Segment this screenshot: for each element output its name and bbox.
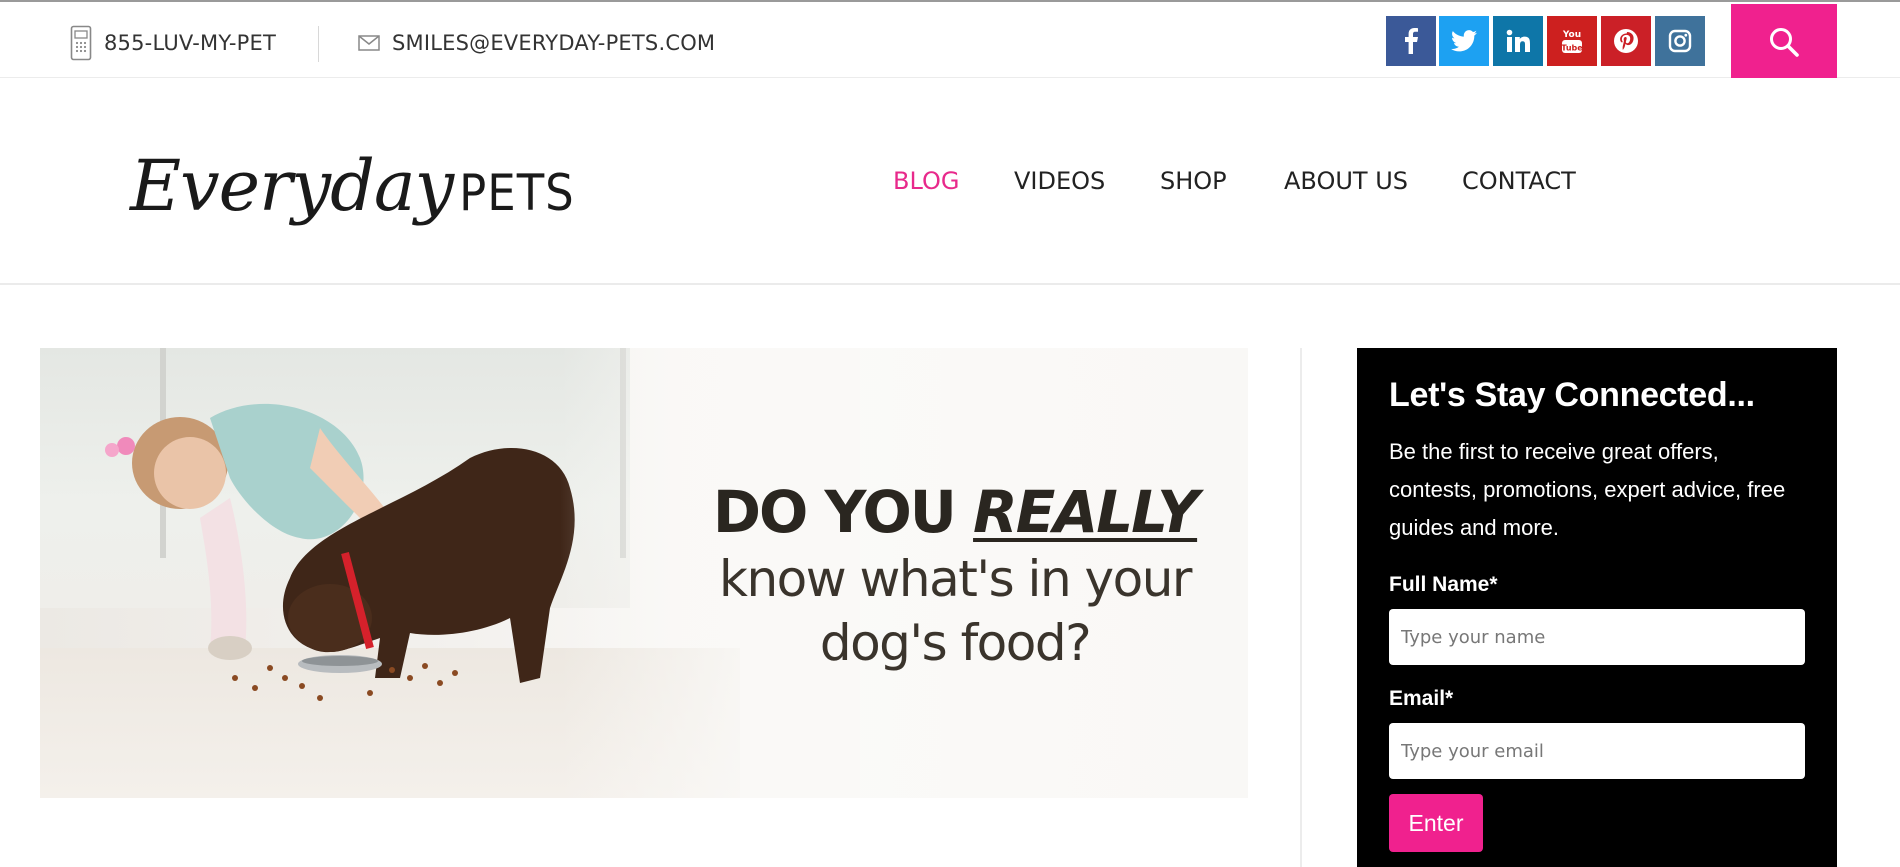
svg-text:You: You xyxy=(1562,30,1581,40)
hero-banner[interactable]: DO YOU REALLY know what's in your dog's … xyxy=(40,348,1248,798)
nav-item-blog[interactable]: BLOG xyxy=(893,156,959,206)
enter-button[interactable]: Enter xyxy=(1389,794,1483,852)
envelope-icon xyxy=(358,35,380,51)
youtube-icon: You Tube xyxy=(1561,30,1583,53)
twitter-button[interactable] xyxy=(1439,16,1489,66)
twitter-icon xyxy=(1451,30,1477,52)
nav-item-contact[interactable]: CONTACT xyxy=(1462,156,1576,206)
instagram-button[interactable] xyxy=(1655,16,1705,66)
phone-contact[interactable]: 855-LUV-MY-PET xyxy=(70,24,276,62)
newsletter-signup: Let's Stay Connected... Be the first to … xyxy=(1357,348,1837,867)
hero-line-1-start: DO YOU xyxy=(712,478,974,546)
linkedin-icon xyxy=(1506,29,1530,52)
phone-number: 855-LUV-MY-PET xyxy=(104,31,276,55)
full-name-label: Full Name* xyxy=(1389,573,1498,596)
facebook-button[interactable] xyxy=(1386,16,1436,66)
search-icon xyxy=(1770,27,1799,57)
nav-item-shop[interactable]: SHOP xyxy=(1160,156,1227,206)
facebook-icon xyxy=(1405,28,1418,54)
main-nav: BLOG VIDEOS SHOP ABOUT US CONTACT xyxy=(0,156,1900,206)
youtube-button[interactable]: You Tube xyxy=(1547,16,1597,66)
signup-description: Be the first to receive great offers, co… xyxy=(1389,439,1786,540)
nav-item-about-us[interactable]: ABOUT US xyxy=(1284,156,1408,206)
nav-item-videos[interactable]: VIDEOS xyxy=(1014,156,1105,206)
site-header: Everyday PETS BLOG VIDEOS SHOP ABOUT US C… xyxy=(0,78,1900,285)
svg-text:Tube: Tube xyxy=(1561,44,1583,53)
linkedin-button[interactable] xyxy=(1493,16,1543,66)
hero-line-3: dog's food? xyxy=(819,614,1092,672)
pinterest-button[interactable] xyxy=(1601,16,1651,66)
topbar-divider xyxy=(318,26,319,62)
content-divider xyxy=(1300,348,1302,867)
hero-line-1: DO YOU REALLY xyxy=(690,478,1220,546)
instagram-icon xyxy=(1668,29,1692,53)
pinterest-icon xyxy=(1614,29,1638,53)
email-address: SMILES@EVERYDAY-PETS.COM xyxy=(392,31,716,55)
hero-emphasis-really: REALLY xyxy=(973,478,1199,546)
email-input[interactable] xyxy=(1389,723,1805,779)
top-bar: 855-LUV-MY-PET SMILES@EVERYDAY-PETS.COM … xyxy=(0,0,1900,79)
search-button[interactable] xyxy=(1731,4,1837,79)
email-label: Email* xyxy=(1389,687,1454,710)
phone-icon xyxy=(70,25,92,61)
signup-title: Let's Stay Connected... xyxy=(1389,376,1755,414)
hero-line-2: know what's in your xyxy=(719,550,1192,608)
email-contact[interactable]: SMILES@EVERYDAY-PETS.COM xyxy=(358,24,715,62)
full-name-input[interactable] xyxy=(1389,609,1805,665)
hero-headline: DO YOU REALLY know what's in your dog's … xyxy=(690,478,1220,674)
